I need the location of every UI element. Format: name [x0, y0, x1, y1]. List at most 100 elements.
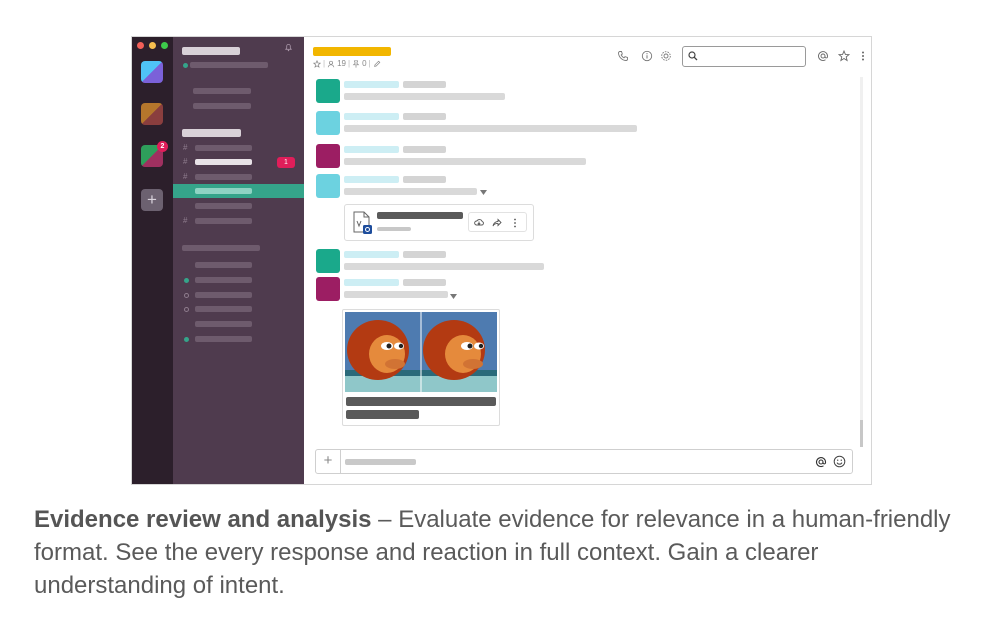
workspace-tile-2[interactable]	[141, 103, 163, 125]
members-icon[interactable]	[327, 60, 335, 68]
active-channel-label	[195, 188, 252, 194]
sender-name[interactable]	[344, 81, 399, 88]
emoji-icon[interactable]	[833, 455, 846, 468]
sidebar-channel[interactable]	[195, 145, 252, 151]
message-pane: | 19 | 0 | +	[304, 37, 871, 484]
unread-badge: 1	[277, 157, 295, 168]
timestamp	[403, 146, 446, 153]
timestamp	[403, 113, 446, 120]
file-meta	[377, 227, 411, 231]
more-icon[interactable]	[513, 218, 517, 228]
message-composer[interactable]: +	[315, 449, 853, 474]
close-window-button[interactable]	[137, 42, 144, 49]
timestamp	[403, 279, 446, 286]
app-window: 2 + # # 1 # # | 19 | 0 | +	[131, 36, 872, 485]
caption-heading: Evidence review and analysis	[34, 506, 372, 533]
sender-name[interactable]	[344, 146, 399, 153]
message-text	[344, 291, 448, 298]
presence-dot	[184, 293, 189, 298]
avatar[interactable]	[316, 174, 340, 198]
dm-item[interactable]	[195, 321, 252, 327]
channel-title	[313, 47, 391, 56]
download-cloud-icon[interactable]	[474, 218, 484, 227]
avatar[interactable]	[316, 277, 340, 301]
file-actions	[468, 212, 527, 232]
workspace-rail: 2 +	[132, 37, 173, 484]
dm-item[interactable]	[195, 292, 252, 298]
presence-dot	[183, 63, 188, 68]
avatar[interactable]	[316, 79, 340, 103]
sidebar-item[interactable]	[193, 88, 251, 94]
scrollbar-thumb[interactable]	[860, 420, 863, 447]
image-meta	[346, 410, 419, 419]
dm-item[interactable]	[195, 262, 252, 268]
minimize-window-button[interactable]	[149, 42, 156, 49]
sidebar-channel-active[interactable]	[173, 184, 304, 198]
channel-hash: #	[183, 216, 188, 225]
avatar[interactable]	[316, 249, 340, 273]
at-icon[interactable]	[815, 456, 827, 468]
avatar[interactable]	[316, 144, 340, 168]
search-input[interactable]	[682, 46, 806, 67]
channel-meta: | 19 | 0 |	[313, 59, 381, 68]
channel-sidebar: # # 1 # #	[173, 37, 304, 484]
dm-item[interactable]	[195, 277, 252, 283]
channels-section-header[interactable]	[182, 129, 241, 137]
sidebar-item[interactable]	[193, 103, 251, 109]
workspace-tile-1[interactable]	[141, 61, 163, 83]
chevron-down-icon[interactable]	[450, 294, 457, 299]
pin-count[interactable]: 0	[362, 59, 366, 68]
feature-caption: Evidence review and analysis – Evaluate …	[34, 503, 974, 602]
at-icon[interactable]	[817, 50, 829, 62]
presence-dot	[184, 337, 189, 342]
chevron-down-icon[interactable]	[480, 190, 487, 195]
dm-item[interactable]	[195, 336, 252, 342]
dm-item[interactable]	[195, 306, 252, 312]
channel-hash: #	[183, 172, 188, 181]
sidebar-channel-unread[interactable]	[195, 159, 252, 165]
timestamp	[403, 251, 446, 258]
add-workspace-button[interactable]: +	[141, 189, 163, 211]
phone-icon[interactable]	[617, 50, 629, 62]
info-icon[interactable]	[641, 50, 653, 62]
avatar[interactable]	[316, 111, 340, 135]
direct-messages-header[interactable]	[182, 245, 260, 251]
message-text	[344, 158, 586, 165]
share-icon[interactable]	[492, 218, 502, 227]
pin-icon[interactable]	[352, 59, 360, 68]
file-name	[377, 212, 463, 219]
sender-name[interactable]	[344, 279, 399, 286]
sender-name[interactable]	[344, 251, 399, 258]
timestamp	[403, 176, 446, 183]
document-file-icon	[353, 211, 372, 234]
image-title	[346, 397, 496, 406]
more-icon[interactable]	[857, 50, 869, 62]
bell-icon[interactable]	[284, 43, 293, 52]
maximize-window-button[interactable]	[161, 42, 168, 49]
meme-image[interactable]	[345, 312, 497, 392]
sidebar-channel[interactable]	[195, 203, 252, 209]
message-text	[344, 125, 637, 132]
pencil-icon[interactable]	[373, 60, 381, 68]
search-icon	[688, 51, 698, 61]
sidebar-channel[interactable]	[195, 174, 252, 180]
star-icon[interactable]	[838, 50, 850, 62]
member-count[interactable]: 19	[337, 59, 346, 68]
gear-icon[interactable]	[660, 50, 672, 62]
timestamp	[403, 81, 446, 88]
sender-name[interactable]	[344, 113, 399, 120]
message-text	[344, 188, 477, 195]
star-icon[interactable]	[313, 59, 321, 68]
sidebar-channel[interactable]	[195, 218, 252, 224]
workspace-badge: 2	[157, 141, 168, 152]
workspace-name[interactable]	[182, 47, 240, 55]
message-text	[344, 263, 544, 270]
channel-hash: #	[183, 143, 188, 152]
file-attachment[interactable]	[344, 204, 534, 241]
attach-button[interactable]: +	[316, 450, 341, 473]
image-attachment[interactable]	[342, 309, 500, 426]
message-text	[344, 93, 505, 100]
presence-dot	[184, 307, 189, 312]
sender-name[interactable]	[344, 176, 399, 183]
scrollbar-track[interactable]	[860, 77, 863, 447]
